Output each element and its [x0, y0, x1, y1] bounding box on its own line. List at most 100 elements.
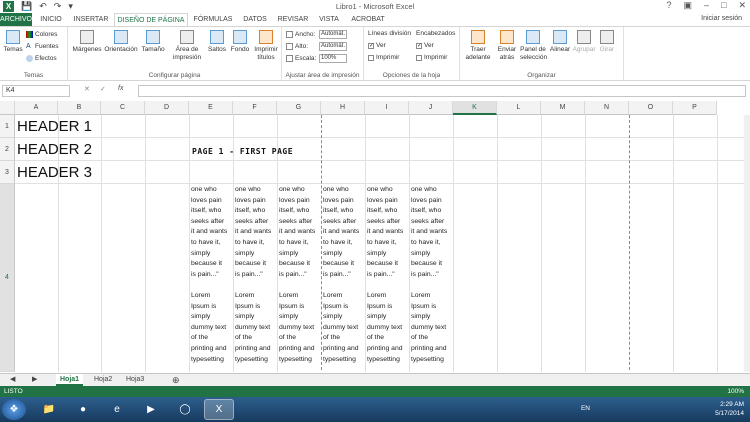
- firefox-icon[interactable]: ●: [68, 399, 98, 420]
- temas-button[interactable]: Temas: [3, 30, 23, 54]
- encabezados-imprimir-check-icon: [416, 54, 422, 61]
- signin-link[interactable]: Iniciar sesión: [701, 15, 742, 22]
- cell-a1-header[interactable]: HEADER 1: [17, 118, 92, 135]
- efectos-label: Efectos: [35, 55, 57, 62]
- column-header-e[interactable]: E: [189, 101, 233, 115]
- tab-datos[interactable]: DATOS: [240, 13, 270, 26]
- column-header-n[interactable]: N: [585, 101, 629, 115]
- fuentes-button[interactable]: A Fuentes: [26, 43, 59, 50]
- column-gridline: [717, 115, 718, 372]
- alinear-button[interactable]: Alinear: [548, 30, 572, 54]
- tab-insertar[interactable]: INSERTAR: [72, 13, 110, 26]
- column-header-h[interactable]: H: [321, 101, 365, 115]
- fondo-button[interactable]: Fondo: [230, 30, 250, 54]
- alto-select[interactable]: Automát.: [319, 42, 347, 51]
- colores-button[interactable]: Colores: [26, 31, 57, 38]
- area-impresion-button[interactable]: Área de impresión: [170, 30, 204, 62]
- column-header-j[interactable]: J: [409, 101, 453, 115]
- ribbon-display-icon[interactable]: ▣: [683, 0, 692, 11]
- area-impresion-label: Área de impresión: [172, 46, 202, 61]
- zoom-level[interactable]: 100%: [727, 388, 744, 395]
- scroll-tabs-right-icon[interactable]: ▶: [28, 374, 41, 386]
- formula-input[interactable]: [138, 85, 746, 97]
- column-header-a[interactable]: A: [15, 101, 58, 115]
- minimize-icon[interactable]: –: [704, 0, 709, 11]
- cell-e4-text[interactable]: one who loves pain itself, who seeks aft…: [190, 185, 234, 372]
- start-button-icon[interactable]: ❖: [2, 399, 26, 420]
- girar-button[interactable]: Girar: [596, 30, 618, 54]
- maximize-icon[interactable]: □: [721, 0, 726, 11]
- internet-explorer-icon[interactable]: e: [102, 399, 132, 420]
- system-tray-clock[interactable]: 2:29 AM 5/17/2014: [715, 400, 744, 418]
- column-header-p[interactable]: P: [673, 101, 717, 115]
- column-header-g[interactable]: G: [277, 101, 321, 115]
- column-header-d[interactable]: D: [145, 101, 189, 115]
- encabezados-ver-checkbox[interactable]: ✓ Ver: [416, 42, 434, 49]
- cell-e2-page-title[interactable]: PAGE 1 - FIRST PAGE: [192, 147, 293, 156]
- add-sheet-icon[interactable]: ⊕: [168, 374, 184, 386]
- margenes-button[interactable]: Márgenes: [72, 30, 102, 54]
- column-header-c[interactable]: C: [101, 101, 145, 115]
- size-icon: [146, 30, 160, 44]
- enviar-atras-button[interactable]: Enviar atrás: [496, 30, 518, 62]
- column-header-f[interactable]: F: [233, 101, 277, 115]
- tab-archivo[interactable]: ARCHIVO: [0, 13, 32, 26]
- column-header-o[interactable]: O: [629, 101, 673, 115]
- cell-a3-header[interactable]: HEADER 3: [17, 164, 92, 181]
- scroll-tabs-left-icon[interactable]: ◀: [6, 374, 19, 386]
- ribbon: Temas Colores A Fuentes Efectos Temas Már…: [0, 26, 750, 81]
- lineas-imprimir-checkbox[interactable]: Imprimir: [368, 54, 399, 61]
- language-indicator[interactable]: EN: [581, 405, 590, 412]
- tab-vista[interactable]: VISTA: [316, 13, 342, 26]
- cell-g4-text[interactable]: one who loves pain itself, who seeks aft…: [278, 185, 322, 372]
- row-header-3[interactable]: 3: [0, 161, 15, 184]
- agrupar-button[interactable]: Agrupar: [572, 30, 596, 54]
- traer-adelante-button[interactable]: Traer adelante: [462, 30, 494, 62]
- excel-taskbar-icon[interactable]: X: [204, 399, 234, 420]
- column-header-i[interactable]: I: [365, 101, 409, 115]
- cell-i4-text[interactable]: one who loves pain itself, who seeks aft…: [366, 185, 410, 372]
- media-player-icon[interactable]: ▶: [136, 399, 166, 420]
- column-header-b[interactable]: B: [58, 101, 101, 115]
- ancho-select[interactable]: Automát.: [319, 30, 347, 39]
- imprimir-titulos-button[interactable]: Imprimir títulos: [252, 30, 280, 62]
- cell-h4-text[interactable]: one who loves pain itself, who seeks aft…: [322, 185, 366, 372]
- encabezados-imprimir-checkbox[interactable]: Imprimir: [416, 54, 447, 61]
- panel-seleccion-button[interactable]: Panel de selección: [520, 30, 547, 62]
- escala-input[interactable]: 100%: [319, 54, 347, 63]
- chrome-icon[interactable]: ◯: [170, 399, 200, 420]
- cell-a2-header[interactable]: HEADER 2: [17, 141, 92, 158]
- column-header-k[interactable]: K: [453, 101, 497, 115]
- tab-acrobat[interactable]: ACROBAT: [348, 13, 388, 26]
- column-header-l[interactable]: L: [497, 101, 541, 115]
- name-box[interactable]: K4: [2, 85, 70, 97]
- sheet-tab-hoja3[interactable]: Hoja3: [122, 374, 148, 386]
- insert-function-icon[interactable]: fx: [118, 85, 123, 92]
- tab-diseno-de-pagina[interactable]: DISEÑO DE PÁGINA: [114, 13, 188, 27]
- select-all-corner[interactable]: [0, 101, 15, 115]
- sheet-tab-hoja1[interactable]: Hoja1: [56, 374, 84, 386]
- sheet-tab-hoja2[interactable]: Hoja2: [90, 374, 116, 386]
- file-explorer-icon[interactable]: 📁: [34, 399, 64, 420]
- cell-j4-text[interactable]: one who loves pain itself, who seeks aft…: [410, 185, 454, 372]
- row-header-2[interactable]: 2: [0, 138, 15, 161]
- cancel-formula-icon[interactable]: ✕: [84, 85, 90, 93]
- lineas-ver-checkbox[interactable]: ✓ Ver: [368, 42, 386, 49]
- sheet-tab-bar: ◀ ▶ Hoja1 Hoja2 Hoja3 ⊕: [0, 373, 750, 386]
- efectos-button[interactable]: Efectos: [26, 55, 57, 62]
- enter-formula-icon[interactable]: ✓: [100, 85, 106, 93]
- tab-formulas[interactable]: FÓRMULAS: [192, 13, 234, 26]
- vertical-scrollbar[interactable]: [744, 115, 750, 372]
- row-header-1[interactable]: 1: [0, 115, 15, 138]
- tab-revisar[interactable]: REVISAR: [276, 13, 310, 26]
- cell-f4-text[interactable]: one who loves pain itself, who seeks aft…: [234, 185, 278, 372]
- orientacion-button[interactable]: Orientación: [104, 30, 138, 54]
- close-icon[interactable]: ✕: [738, 0, 746, 11]
- worksheet-grid[interactable]: A B C D E F G H I J K L M N O P 1 2 3 4: [0, 101, 750, 372]
- column-header-m[interactable]: M: [541, 101, 585, 115]
- row-header-4[interactable]: 4: [0, 184, 15, 372]
- help-icon[interactable]: ?: [666, 0, 671, 11]
- tamano-button[interactable]: Tamaño: [140, 30, 166, 54]
- saltos-button[interactable]: Saltos: [206, 30, 228, 54]
- tab-inicio[interactable]: INICIO: [36, 13, 66, 26]
